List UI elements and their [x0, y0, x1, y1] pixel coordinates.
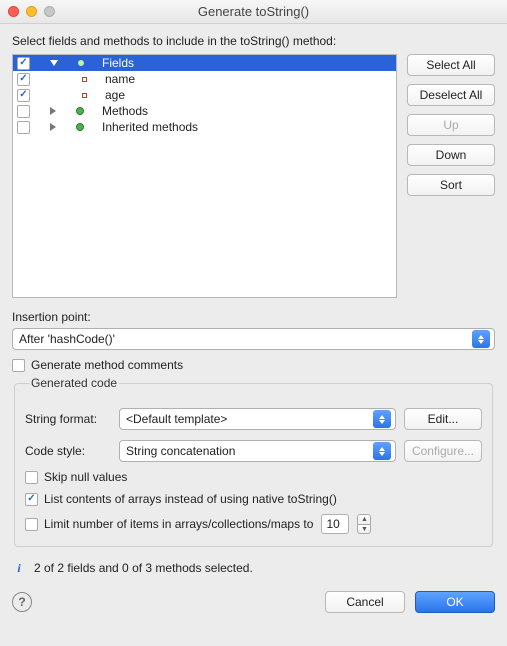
title-bar: Generate toString(): [0, 0, 507, 24]
dropdown-icon: [373, 410, 391, 428]
limit-items-checkbox[interactable]: [25, 518, 38, 531]
help-button[interactable]: ?: [12, 592, 32, 612]
ok-button[interactable]: OK: [415, 591, 495, 613]
code-style-label: Code style:: [25, 444, 111, 458]
tree-label: Fields: [102, 56, 134, 70]
field-icon: [82, 77, 87, 82]
field-icon: [82, 93, 87, 98]
tree-label: Methods: [102, 104, 148, 118]
tree-node-age[interactable]: age: [13, 87, 396, 103]
list-arrays-checkbox[interactable]: [25, 493, 38, 506]
limit-items-input[interactable]: 10: [321, 514, 349, 534]
chevron-down-icon[interactable]: ▼: [357, 524, 371, 534]
generated-code-group: Generated code String format: <Default t…: [14, 376, 493, 547]
limit-items-label: Limit number of items in arrays/collecti…: [44, 517, 313, 531]
method-group-icon: [76, 107, 84, 115]
down-button[interactable]: Down: [407, 144, 495, 166]
status-text: 2 of 2 fields and 0 of 3 methods selecte…: [34, 561, 253, 575]
insertion-value: After 'hashCode()': [19, 332, 115, 346]
string-format-value: <Default template>: [126, 412, 227, 426]
member-tree[interactable]: Fields name age: [12, 54, 397, 298]
tree-label: Inherited methods: [102, 120, 198, 134]
field-group-icon: [78, 60, 84, 66]
configure-button: Configure...: [404, 440, 482, 462]
sort-button[interactable]: Sort: [407, 174, 495, 196]
code-style-value: String concatenation: [126, 444, 235, 458]
generated-code-legend: Generated code: [29, 376, 119, 390]
dropdown-icon: [472, 330, 490, 348]
string-format-label: String format:: [25, 412, 111, 426]
cancel-button[interactable]: Cancel: [325, 591, 405, 613]
tree-node-inherited[interactable]: Inherited methods: [13, 119, 396, 135]
expand-toggle-icon[interactable]: [50, 107, 56, 115]
insertion-label: Insertion point:: [12, 310, 495, 324]
up-button[interactable]: Up: [407, 114, 495, 136]
tree-node-methods[interactable]: Methods: [13, 103, 396, 119]
info-icon: i: [12, 561, 26, 575]
skip-null-checkbox[interactable]: [25, 471, 38, 484]
dropdown-icon: [373, 442, 391, 460]
window-title: Generate toString(): [0, 4, 507, 19]
checkbox-inherited[interactable]: [17, 121, 30, 134]
checkbox-name[interactable]: [17, 73, 30, 86]
chevron-up-icon[interactable]: ▲: [357, 514, 371, 524]
edit-button[interactable]: Edit...: [404, 408, 482, 430]
deselect-all-button[interactable]: Deselect All: [407, 84, 495, 106]
skip-null-label: Skip null values: [44, 470, 127, 484]
generate-comments-checkbox[interactable]: [12, 359, 25, 372]
select-all-button[interactable]: Select All: [407, 54, 495, 76]
tree-node-fields[interactable]: Fields: [13, 55, 396, 71]
generate-comments-label: Generate method comments: [31, 358, 183, 372]
expand-toggle-icon[interactable]: [50, 123, 56, 131]
string-format-select[interactable]: <Default template>: [119, 408, 396, 430]
code-style-select[interactable]: String concatenation: [119, 440, 396, 462]
checkbox-fields[interactable]: [17, 57, 30, 70]
method-group-icon: [76, 123, 84, 131]
insertion-select[interactable]: After 'hashCode()': [12, 328, 495, 350]
tree-node-name[interactable]: name: [13, 71, 396, 87]
limit-items-stepper[interactable]: ▲ ▼: [357, 514, 371, 534]
expand-toggle-icon[interactable]: [50, 60, 58, 66]
prompt-label: Select fields and methods to include in …: [12, 34, 495, 48]
checkbox-methods[interactable]: [17, 105, 30, 118]
tree-label: age: [105, 88, 125, 102]
tree-label: name: [105, 72, 135, 86]
list-arrays-label: List contents of arrays instead of using…: [44, 492, 337, 506]
checkbox-age[interactable]: [17, 89, 30, 102]
